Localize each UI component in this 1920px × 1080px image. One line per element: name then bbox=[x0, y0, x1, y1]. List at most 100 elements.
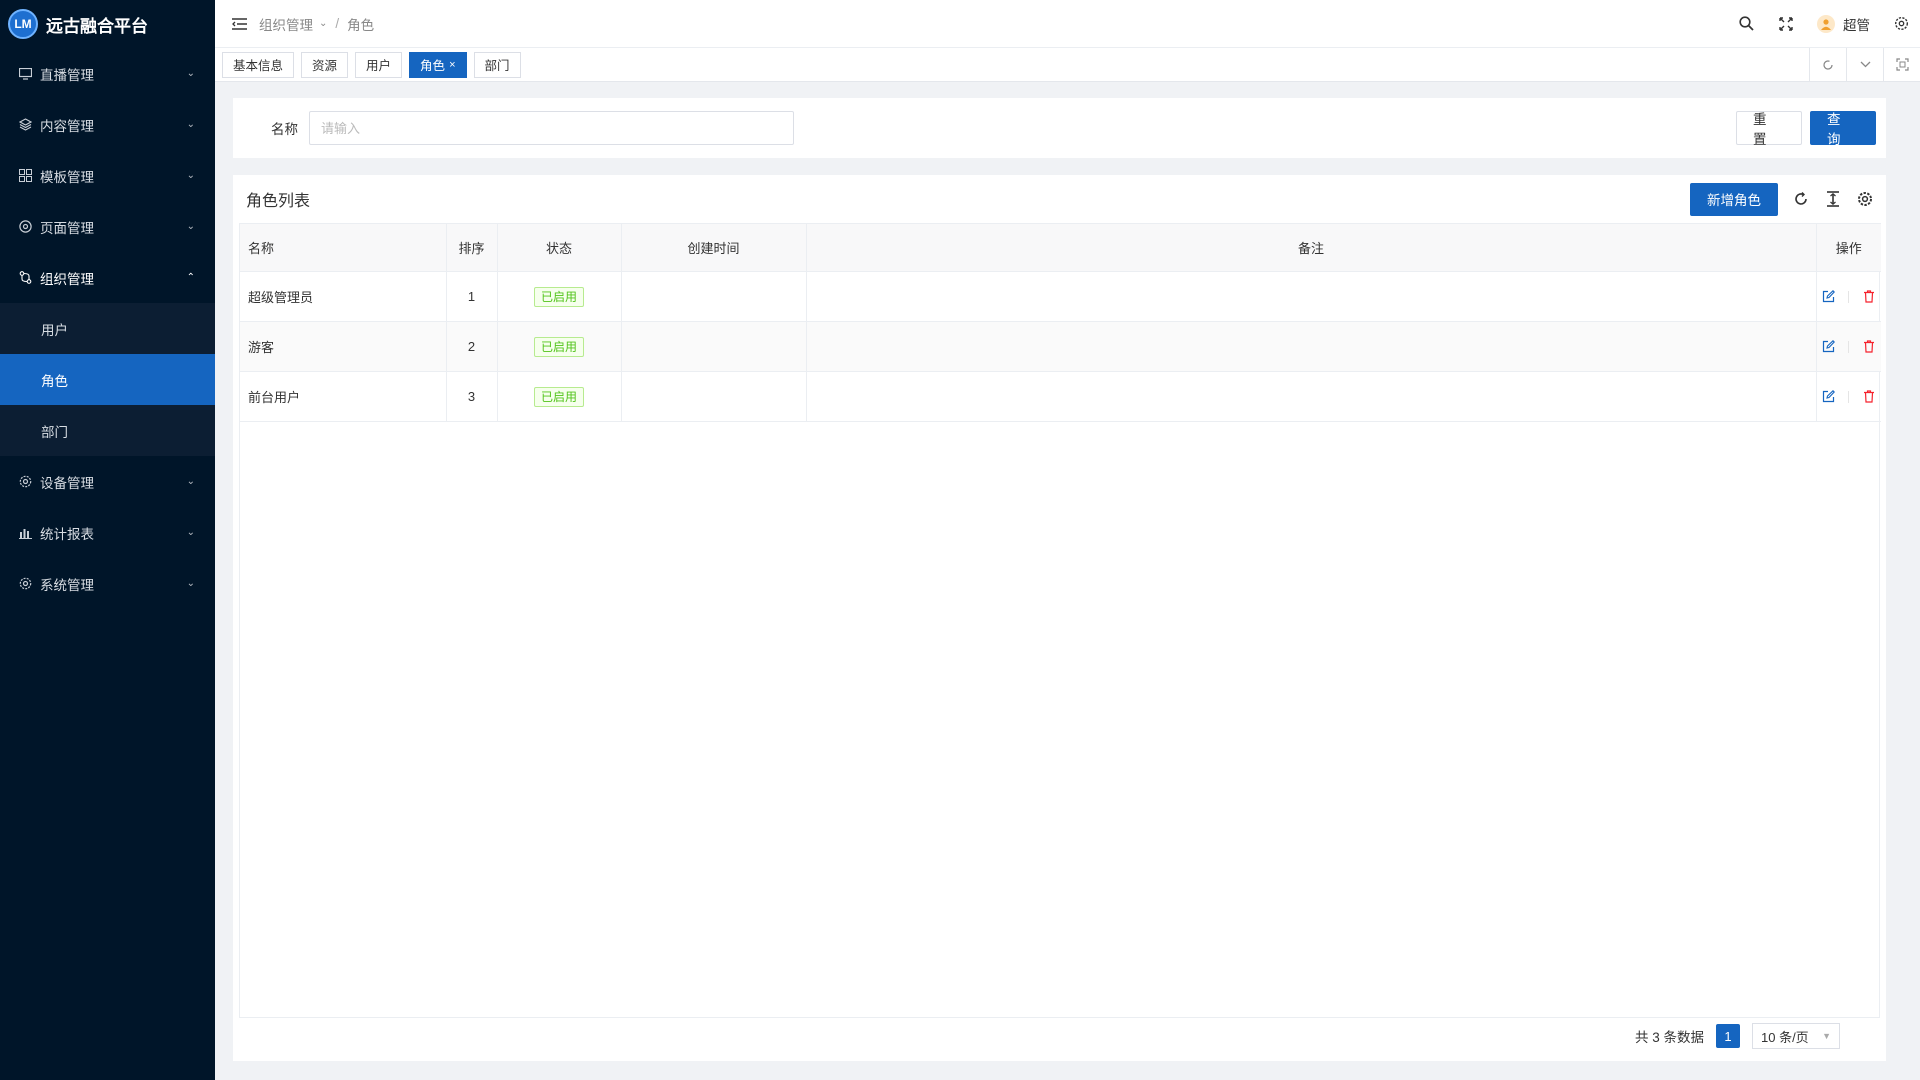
breadcrumb-separator: / bbox=[335, 16, 340, 31]
app-logo[interactable]: LM 远古融合平台 bbox=[0, 0, 215, 48]
gear-icon bbox=[18, 577, 32, 591]
reset-button[interactable]: 重 置 bbox=[1736, 111, 1802, 147]
compass-icon bbox=[18, 220, 32, 234]
user-menu[interactable]: 超管 bbox=[1817, 14, 1870, 34]
role-table-panel: 角色列表 新增角色 名称 排序 状态 创建时间 备注 操作 超级管理员 1 已启… bbox=[233, 175, 1886, 1061]
column-header-status: 状态 bbox=[497, 223, 622, 272]
edit-icon[interactable] bbox=[1820, 339, 1836, 355]
org-icon bbox=[18, 271, 32, 285]
sidebar-item-users[interactable]: 用户 bbox=[0, 303, 215, 354]
sidebar-item-template[interactable]: 模板管理 ⌄ bbox=[0, 150, 215, 201]
pagination: 共 3 条数据 1 10 条/页 ▼ bbox=[1635, 1023, 1840, 1049]
sidebar-item-device[interactable]: 设备管理 ⌄ bbox=[0, 456, 215, 507]
tab-basic-info[interactable]: 基本信息 bbox=[222, 51, 295, 78]
sidebar-item-page[interactable]: 页面管理 ⌄ bbox=[0, 201, 215, 252]
tab-label: 角色 bbox=[420, 59, 446, 73]
refresh-icon[interactable] bbox=[1792, 190, 1810, 208]
close-icon[interactable]: × bbox=[449, 59, 455, 71]
table-row[interactable]: 超级管理员 1 已启用 bbox=[240, 271, 1881, 322]
sidebar-item-org[interactable]: 组织管理 ⌃ bbox=[0, 252, 215, 303]
delete-icon[interactable] bbox=[1861, 339, 1877, 355]
role-table: 名称 排序 状态 创建时间 备注 操作 超级管理员 1 已启用 游客 2 已启用… bbox=[239, 223, 1881, 1018]
sidebar-item-system[interactable]: 系统管理 ⌄ bbox=[0, 558, 215, 609]
logo-icon: LM bbox=[8, 9, 38, 39]
chevron-down-icon: ⌄ bbox=[186, 221, 195, 232]
delete-icon[interactable] bbox=[1861, 289, 1877, 305]
cell-remark bbox=[806, 321, 1817, 372]
avatar bbox=[1817, 14, 1835, 33]
sidebar-item-label: 页面管理 bbox=[40, 220, 94, 236]
add-role-button[interactable]: 新增角色 bbox=[1690, 182, 1778, 216]
edit-icon[interactable] bbox=[1820, 289, 1836, 305]
cell-remark bbox=[806, 271, 1817, 322]
tab-users[interactable]: 用户 bbox=[355, 51, 403, 78]
bar-chart-icon bbox=[18, 526, 32, 540]
sidebar-item-departments[interactable]: 部门 bbox=[0, 405, 215, 456]
tab-label: 用户 bbox=[366, 59, 392, 73]
page-button-current[interactable]: 1 bbox=[1716, 1024, 1740, 1048]
breadcrumb-item[interactable]: 组织管理 bbox=[259, 14, 313, 34]
app-title: 远古融合平台 bbox=[46, 16, 148, 36]
chevron-down-icon: ⌄ bbox=[186, 578, 195, 589]
refresh-tab-icon[interactable] bbox=[1809, 48, 1846, 81]
column-header-sort: 排序 bbox=[446, 223, 498, 272]
divider bbox=[1848, 290, 1850, 303]
table-settings-icon[interactable] bbox=[1856, 190, 1874, 208]
sidebar-item-label: 设备管理 bbox=[40, 475, 94, 491]
top-header: 组织管理 ⌄ / 角色 超管 bbox=[215, 0, 1920, 48]
cell-created bbox=[621, 371, 807, 422]
table-row[interactable]: 游客 2 已启用 bbox=[240, 321, 1881, 372]
sidebar-item-label: 统计报表 bbox=[40, 526, 94, 542]
sidebar-item-label: 直播管理 bbox=[40, 67, 94, 83]
name-search-input[interactable] bbox=[309, 111, 794, 145]
chevron-down-icon: ⌄ bbox=[186, 170, 195, 181]
tab-roles[interactable]: 角色 × bbox=[409, 51, 467, 78]
user-name: 超管 bbox=[1843, 17, 1870, 33]
org-submenu: 用户 角色 部门 bbox=[0, 303, 215, 456]
chevron-down-icon: ⌄ bbox=[319, 18, 328, 29]
cell-name: 前台用户 bbox=[240, 371, 447, 422]
cell-created bbox=[621, 321, 807, 372]
status-badge: 已启用 bbox=[533, 386, 584, 407]
column-height-icon[interactable] bbox=[1824, 190, 1842, 208]
maximize-icon[interactable] bbox=[1883, 48, 1920, 81]
monitor-icon bbox=[18, 67, 32, 81]
name-label: 名称 bbox=[271, 122, 298, 137]
chevron-down-icon[interactable] bbox=[1846, 48, 1883, 81]
table-header-row: 名称 排序 状态 创建时间 备注 操作 bbox=[240, 223, 1881, 272]
sidebar-item-label: 内容管理 bbox=[40, 118, 94, 134]
sidebar-item-content[interactable]: 内容管理 ⌄ bbox=[0, 99, 215, 150]
cell-sort: 3 bbox=[446, 371, 498, 422]
status-badge: 已启用 bbox=[533, 336, 584, 357]
page-size-value: 10 条/页 bbox=[1761, 1029, 1809, 1045]
tabs-bar: 基本信息 资源 用户 角色 × 部门 bbox=[215, 48, 1920, 82]
sidebar-item-roles[interactable]: 角色 bbox=[0, 354, 215, 405]
edit-icon[interactable] bbox=[1820, 389, 1836, 405]
column-header-created: 创建时间 bbox=[621, 223, 807, 272]
tab-resources[interactable]: 资源 bbox=[301, 51, 349, 78]
delete-icon[interactable] bbox=[1861, 389, 1877, 405]
grid-icon bbox=[18, 169, 32, 183]
settings-icon[interactable] bbox=[1892, 15, 1910, 33]
chevron-down-icon: ⌄ bbox=[186, 476, 195, 487]
gear-icon bbox=[18, 475, 32, 489]
search-icon[interactable] bbox=[1737, 15, 1755, 33]
cell-name: 超级管理员 bbox=[240, 271, 447, 322]
menu-fold-icon[interactable] bbox=[219, 17, 259, 30]
layers-icon bbox=[18, 118, 32, 132]
chevron-down-icon: ⌄ bbox=[186, 527, 195, 538]
sidebar: LM 远古融合平台 直播管理 ⌄ 内容管理 ⌄ 模板管理 ⌄ 页面管理 ⌄ 组织… bbox=[0, 0, 215, 1080]
sidebar-item-stats[interactable]: 统计报表 ⌄ bbox=[0, 507, 215, 558]
total-count: 共 3 条数据 bbox=[1634, 1030, 1704, 1045]
breadcrumb: 组织管理 ⌄ / 角色 bbox=[259, 14, 374, 34]
breadcrumb-item: 角色 bbox=[347, 17, 375, 33]
tab-label: 基本信息 bbox=[233, 59, 284, 73]
column-header-remark: 备注 bbox=[806, 223, 1817, 272]
tab-label: 部门 bbox=[484, 59, 510, 73]
page-size-select[interactable]: 10 条/页 ▼ bbox=[1752, 1023, 1840, 1049]
sidebar-item-live[interactable]: 直播管理 ⌄ bbox=[0, 48, 215, 99]
query-button[interactable]: 查 询 bbox=[1810, 111, 1876, 147]
fullscreen-icon[interactable] bbox=[1777, 15, 1795, 33]
tab-departments[interactable]: 部门 bbox=[473, 51, 521, 78]
table-row[interactable]: 前台用户 3 已启用 bbox=[240, 371, 1881, 422]
